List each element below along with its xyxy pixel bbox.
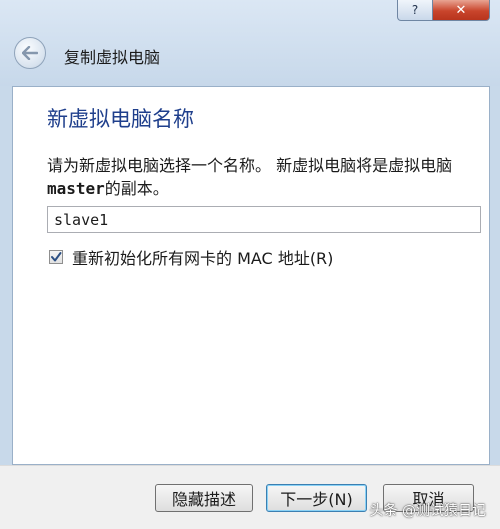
reinit-mac-checkbox[interactable] bbox=[49, 250, 63, 264]
wizard-page: 新虚拟电脑名称 请为新虚拟电脑选择一个名称。 新虚拟电脑将是虚拟电脑 maste… bbox=[12, 86, 490, 465]
checkmark-icon bbox=[51, 252, 62, 262]
back-button[interactable] bbox=[14, 37, 46, 69]
window-title: 复制虚拟电脑 bbox=[64, 48, 161, 67]
description-text: 请为新虚拟电脑选择一个名称。 新虚拟电脑将是虚拟电脑 bbox=[47, 156, 453, 175]
window-controls: ? ✕ bbox=[397, 0, 490, 21]
close-button[interactable]: ✕ bbox=[433, 0, 490, 21]
reinit-mac-label: 重新初始化所有网卡的 MAC 地址(R) bbox=[72, 249, 334, 268]
help-button[interactable]: ? bbox=[397, 0, 433, 21]
watermark: 头条 @测试猿日记 bbox=[369, 503, 486, 519]
source-vm-name: master bbox=[47, 179, 105, 198]
vm-name-input[interactable] bbox=[47, 206, 481, 233]
reinit-mac-option[interactable]: 重新初始化所有网卡的 MAC 地址(R) bbox=[49, 245, 333, 269]
title-bar: ? ✕ 复制虚拟电脑 bbox=[0, 0, 500, 86]
description-text-end: 的副本。 bbox=[104, 179, 169, 198]
arrow-left-icon bbox=[22, 46, 38, 60]
hide-description-button[interactable]: 隐藏描述 bbox=[155, 484, 253, 512]
next-button[interactable]: 下一步(N) bbox=[266, 484, 367, 512]
page-description: 请为新虚拟电脑选择一个名称。 新虚拟电脑将是虚拟电脑 master的副本。 bbox=[47, 154, 477, 200]
button-bar: 隐藏描述 下一步(N) 取消 头条 @测试猿日记 bbox=[0, 465, 500, 529]
page-heading: 新虚拟电脑名称 bbox=[47, 107, 194, 131]
